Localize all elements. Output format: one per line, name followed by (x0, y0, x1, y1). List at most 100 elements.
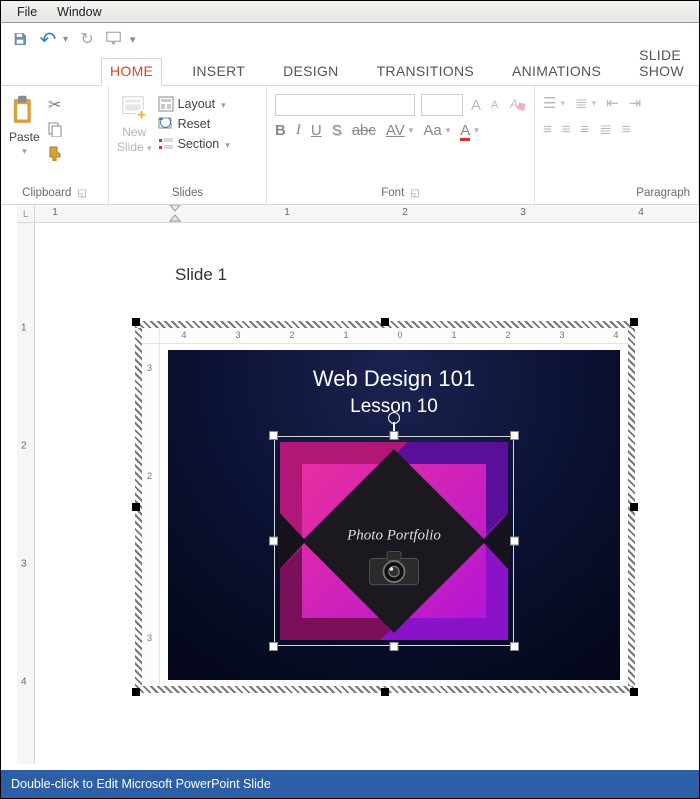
embedded-powerpoint-object[interactable]: 4 3 2 1 0 1 2 3 4 3 2 3 Web Design 101 L… (135, 321, 635, 693)
vruler-mark: 1 (21, 323, 27, 334)
reset-button[interactable]: Reset (158, 116, 230, 132)
increase-indent-button[interactable]: ⇥ (629, 94, 642, 112)
embedded-horizontal-ruler[interactable]: 4 3 2 1 0 1 2 3 4 (160, 328, 628, 344)
pic-handle-s[interactable] (390, 642, 399, 651)
resize-handle-ne[interactable] (630, 318, 638, 326)
numbering-button[interactable]: ≣ (575, 94, 588, 112)
decrease-indent-button[interactable]: ⇤ (606, 94, 619, 112)
cut-icon[interactable]: ✂ (46, 96, 64, 114)
vertical-ruler[interactable]: 1 2 3 4 (17, 223, 35, 764)
menu-window[interactable]: Window (47, 3, 111, 21)
start-from-beginning-icon[interactable] (106, 30, 124, 48)
copy-icon[interactable] (46, 120, 64, 138)
decrease-font-icon[interactable]: A (489, 99, 500, 111)
resize-handle-se[interactable] (630, 688, 638, 696)
qat-customize-icon[interactable]: ▾ (130, 33, 136, 46)
menu-bar: File Window (1, 1, 699, 23)
slide-background: Web Design 101 Lesson 10 Photo Portfolio (168, 350, 620, 680)
align-right-button[interactable]: ≡ (581, 121, 590, 138)
pic-handle-se[interactable] (510, 642, 519, 651)
undo-dropdown-icon[interactable]: ▾ (63, 34, 68, 45)
svg-text:A: A (509, 97, 518, 111)
eruler-mark: 3 (559, 330, 564, 340)
layout-button[interactable]: Layout (158, 96, 230, 112)
new-slide-button[interactable]: New Slide ▾ (117, 94, 152, 154)
justify-button[interactable]: ≣ (599, 120, 612, 138)
clear-formatting-icon[interactable]: A (506, 96, 528, 115)
reset-label: Reset (178, 117, 211, 131)
font-dialog-launcher-icon[interactable]: ◱ (410, 188, 419, 199)
strikethrough-button[interactable]: abc (352, 122, 376, 139)
bullets-button[interactable]: ☰ (543, 94, 556, 112)
clipboard-group-label: Clipboard (22, 187, 71, 199)
section-label: Section (178, 137, 220, 151)
char-spacing-button[interactable]: AV (386, 122, 405, 139)
eruler-mark: 1 (343, 330, 348, 340)
group-slides: New Slide ▾ Layout Reset Section Slides (109, 86, 267, 204)
embedded-vertical-ruler[interactable]: 3 2 3 (142, 344, 160, 686)
paste-button[interactable]: Paste ▾ (9, 94, 40, 157)
font-size-combo[interactable] (421, 94, 463, 116)
align-left-button[interactable]: ≡ (543, 121, 552, 138)
layout-label: Layout (178, 97, 216, 111)
hruler-mark: 4 (638, 207, 644, 218)
group-font: A A A B I U S abc AV▾ Aa▾ A▾ Font◱ (267, 86, 535, 204)
hruler-mark: 3 (520, 207, 526, 218)
resize-handle-n[interactable] (381, 318, 389, 326)
tab-transitions[interactable]: TRANSITIONS (369, 59, 482, 85)
new-slide-label1: New (122, 125, 146, 139)
font-color-button[interactable]: A (460, 122, 470, 139)
hruler-mark: 2 (402, 207, 408, 218)
eruler-mark: 4 (613, 330, 618, 340)
redo-icon[interactable]: ↻ (78, 30, 96, 48)
group-clipboard: Paste ▾ ✂ Clipboard ◱ (1, 86, 109, 204)
tab-insert[interactable]: INSERT (184, 59, 253, 85)
font-family-combo[interactable] (275, 94, 415, 116)
resize-handle-e[interactable] (630, 503, 638, 511)
increase-font-icon[interactable]: A (469, 97, 483, 114)
pic-handle-e[interactable] (510, 537, 519, 546)
bold-button[interactable]: B (275, 122, 286, 139)
eruler-mark: 2 (505, 330, 510, 340)
vruler-mark: 3 (21, 559, 27, 570)
save-icon[interactable] (11, 30, 29, 48)
change-case-button[interactable]: Aa (423, 122, 441, 139)
section-button[interactable]: Section (158, 136, 230, 152)
embedded-ruler-corner (142, 328, 160, 344)
shadow-button[interactable]: S (332, 122, 342, 139)
eruler-mark: 2 (289, 330, 294, 340)
slide-title-text[interactable]: Web Design 101 (168, 350, 620, 392)
resize-handle-s[interactable] (381, 688, 389, 696)
underline-button[interactable]: U (311, 122, 322, 139)
format-painter-icon[interactable] (46, 144, 64, 162)
tab-animations[interactable]: ANIMATIONS (504, 59, 609, 85)
status-bar: Double-click to Edit Microsoft PowerPoin… (1, 770, 699, 798)
line-spacing-button[interactable]: ≡ (622, 121, 631, 138)
tab-slideshow[interactable]: SLIDE SHOW (631, 43, 699, 85)
pic-handle-n[interactable] (390, 431, 399, 440)
ruler-corner: L (17, 205, 35, 223)
resize-handle-nw[interactable] (132, 318, 140, 326)
horizontal-ruler[interactable]: 1 1 2 3 4 (35, 205, 699, 223)
indent-marker-icon[interactable] (169, 205, 181, 223)
hruler-mark: 1 (284, 207, 290, 218)
pic-handle-w[interactable] (269, 537, 278, 546)
clipboard-dialog-launcher-icon[interactable]: ◱ (77, 188, 86, 199)
ribbon: Paste ▾ ✂ Clipboard ◱ New Slide ▾ (1, 85, 699, 205)
document-canvas[interactable]: Slide 1 4 3 2 1 0 1 2 3 4 3 2 (35, 223, 699, 764)
resize-handle-w[interactable] (132, 503, 140, 511)
undo-icon[interactable]: ↶ (39, 30, 57, 48)
pic-handle-nw[interactable] (269, 431, 278, 440)
tab-design[interactable]: DESIGN (275, 59, 346, 85)
pic-handle-ne[interactable] (510, 431, 519, 440)
align-center-button[interactable]: ≡ (562, 121, 571, 138)
italic-button[interactable]: I (296, 122, 301, 139)
tab-home[interactable]: HOME (101, 58, 162, 86)
selected-picture[interactable]: Photo Portfolio (274, 436, 514, 646)
pic-handle-sw[interactable] (269, 642, 278, 651)
eruler-mark: 4 (181, 330, 186, 340)
eruler-mark: 2 (147, 471, 152, 481)
menu-file[interactable]: File (7, 3, 47, 21)
slide-surface[interactable]: Web Design 101 Lesson 10 Photo Portfolio (160, 344, 628, 686)
resize-handle-sw[interactable] (132, 688, 140, 696)
